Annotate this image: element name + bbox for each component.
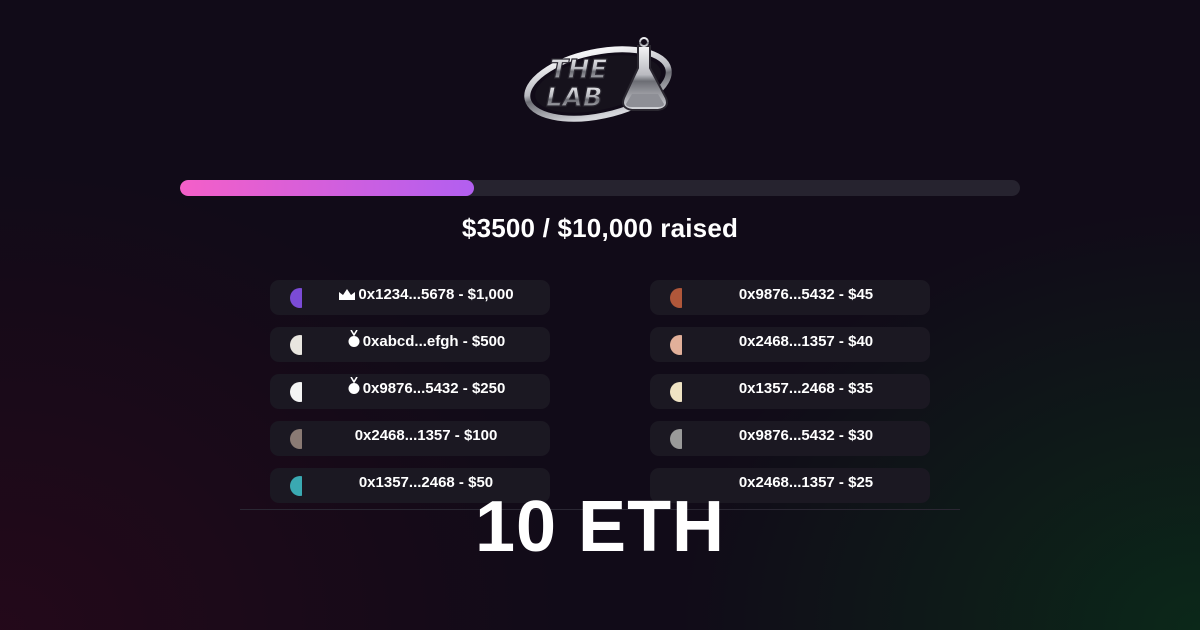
- flask-icon: THE LAB: [524, 37, 672, 122]
- donor-row: 0xabcd...efgh - $500: [270, 327, 550, 362]
- donor-label: 0x9876...5432 - $30: [738, 427, 874, 444]
- donor-label: 0x1234...5678 - $1,000: [358, 286, 514, 303]
- donor-avatar: [290, 335, 302, 355]
- the-lab-logo: THE LAB: [520, 34, 680, 126]
- donor-avatar: [290, 288, 302, 308]
- raised-amount: $3500 / $10,000 raised: [461, 213, 739, 243]
- donor-avatar: [670, 429, 682, 449]
- donor-row: 0x1234...5678 - $1,000: [270, 280, 550, 315]
- donor-avatar: [290, 429, 302, 449]
- donor-row: 0x1357...2468 - $35: [650, 374, 930, 409]
- medal-icon: [347, 327, 361, 357]
- donor-avatar: [290, 382, 302, 402]
- donor-row: 0x9876...5432 - $30: [650, 421, 930, 456]
- other-donors-list: 0x9876...5432 - $45 0x2468...1357 - $40 …: [650, 280, 930, 515]
- donor-avatar: [670, 288, 682, 308]
- donor-label: 0x1357...2468 - $35: [738, 380, 874, 397]
- donor-row: 0x9876...5432 - $250: [270, 374, 550, 409]
- total-raised-eth: 10 ETH: [474, 487, 726, 567]
- donor-row: 0x2468...1357 - $100: [270, 421, 550, 456]
- svg-text:THE: THE: [550, 55, 607, 85]
- donor-label: 0x2468...1357 - $40: [738, 333, 874, 350]
- donor-row: 0x2468...1357 - $40: [650, 327, 930, 362]
- donor-label: 0x9876...5432 - $250: [362, 380, 506, 397]
- top-donors-list: 0x1234...5678 - $1,000 0xabcd...efgh - $…: [270, 280, 550, 515]
- funding-progress-bar: [180, 180, 1020, 196]
- svg-text:LAB: LAB: [546, 83, 603, 113]
- medal-icon: [347, 374, 361, 404]
- crown-icon: [338, 280, 356, 310]
- donor-avatar: [670, 382, 682, 402]
- donor-row: 0x9876...5432 - $45: [650, 280, 930, 315]
- donor-label: 0x9876...5432 - $45: [738, 286, 874, 303]
- funding-progress-fill: [180, 180, 474, 196]
- donor-avatar: [670, 335, 682, 355]
- donor-label: 0xabcd...efgh - $500: [362, 333, 506, 350]
- donor-label: 0x2468...1357 - $100: [354, 427, 498, 444]
